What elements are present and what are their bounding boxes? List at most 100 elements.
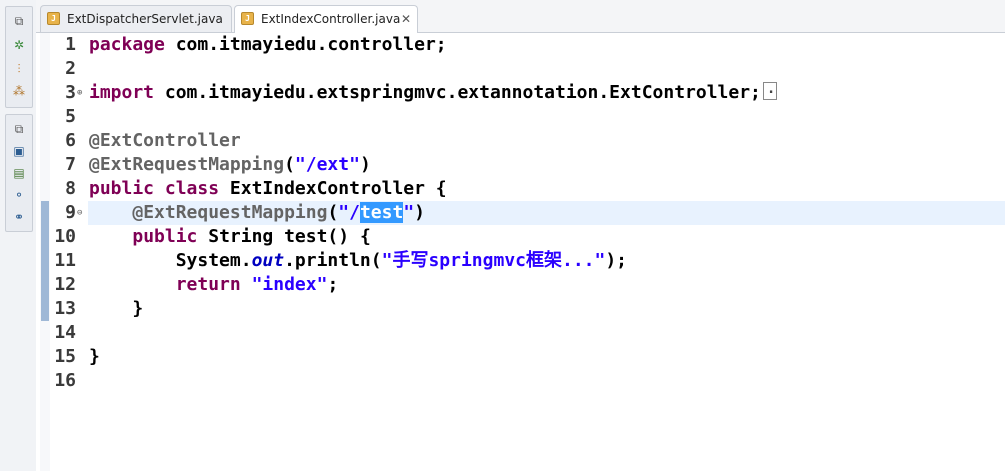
debug-icon[interactable]: ✲ [11, 37, 27, 53]
variables-icon[interactable]: ⁂ [11, 83, 27, 99]
folded-imports-marker[interactable] [762, 77, 777, 101]
line-number: 10 [54, 226, 76, 247]
code-line[interactable]: 5 [36, 105, 1005, 129]
code-token: ); [605, 250, 628, 271]
line-number: 9 [65, 202, 76, 223]
line-number: 5 [65, 106, 76, 127]
code-token: "/ext" [294, 154, 360, 175]
code-line[interactable]: 10 public String test() { [36, 225, 1005, 249]
code-token: } [89, 346, 100, 367]
code-line[interactable]: 2 [36, 57, 1005, 81]
line-number: 7 [65, 154, 76, 175]
code-token: class [164, 178, 220, 199]
line-number: 1 [65, 34, 76, 55]
code-line[interactable]: 7 @ExtRequestMapping("/ext") [36, 153, 1005, 177]
code-token: ( [284, 154, 295, 175]
code-token: ; [327, 274, 339, 295]
collapse-fold-icon[interactable]: ⊖ [77, 201, 82, 225]
code-text: return "index"; [89, 273, 339, 297]
code-text: @ExtController [89, 129, 241, 153]
code-text: @ExtRequestMapping("/ext") [89, 153, 371, 177]
line-number: 6 [65, 130, 76, 151]
tab-ext-index-controller[interactable]: J ExtIndexController.java ✕ [234, 5, 418, 33]
code-text: System.out.println("手写springmvc框架..."); [89, 249, 627, 273]
code-line[interactable]: 1 package com.itmayiedu.controller; [36, 33, 1005, 57]
code-text: public class ExtIndexController { [89, 177, 447, 201]
code-text: import com.itmayiedu.extspringmvc.extann… [89, 77, 777, 105]
code-token: " [403, 202, 415, 223]
expressions-icon[interactable]: ⚭ [11, 209, 27, 225]
restore-icon[interactable]: ⧉ [11, 13, 27, 29]
code-line[interactable]: 15} [36, 345, 1005, 369]
code-token: ) [359, 154, 371, 175]
line-number: 2 [65, 58, 76, 79]
code-line[interactable]: 8 public class ExtIndexController { [36, 177, 1005, 201]
editor-tabbar: J ExtDispatcherServlet.java J ExtIndexCo… [36, 0, 1005, 33]
code-token: ExtIndexController { [219, 178, 447, 199]
code-token: "index" [251, 274, 328, 295]
java-file-icon: J [47, 12, 60, 25]
code-token: @ExtController [89, 130, 241, 151]
code-token: ) [414, 202, 426, 223]
code-token: package [89, 34, 165, 55]
line-number: 14 [54, 322, 76, 343]
expand-fold-icon[interactable]: ⊕ [77, 81, 82, 105]
console-icon[interactable]: ▣ [11, 143, 27, 159]
code-token: com.itmayiedu.controller; [164, 34, 447, 55]
line-number: 11 [54, 250, 76, 271]
code-line[interactable]: 6 @ExtController [36, 129, 1005, 153]
code-text: package com.itmayiedu.controller; [89, 33, 447, 57]
code-text: @ExtRequestMapping("/test") [89, 201, 425, 225]
line-number: 8 [65, 178, 76, 199]
code-line[interactable]: 11 System.out.println("手写springmvc框架..."… [36, 249, 1005, 273]
problems-icon[interactable]: ▤ [11, 165, 27, 181]
code-line[interactable]: 12 return "index"; [36, 273, 1005, 297]
code-token: return [175, 274, 241, 295]
code-line[interactable]: 13 } [36, 297, 1005, 321]
line-number: 13 [54, 298, 76, 319]
line-number: 12 [54, 274, 76, 295]
code-text: public String test() { [89, 225, 371, 249]
code-line[interactable]: 9 ⊖ @ExtRequestMapping("/test") [36, 201, 1005, 225]
code-line[interactable]: 14 [36, 321, 1005, 345]
tab-ext-dispatcher-servlet[interactable]: J ExtDispatcherServlet.java [40, 5, 232, 32]
code-token: @ExtRequestMapping [89, 154, 285, 175]
restore-icon[interactable]: ⧉ [11, 121, 27, 137]
close-icon[interactable]: ✕ [401, 6, 411, 32]
left-toolbar: ⧉ ✲ ⫶ ⁂ ⧉ ▣ ▤ ⚬ ⚭ [0, 0, 37, 471]
toolbar-group-views: ⧉ ▣ ▤ ⚬ ⚭ [5, 114, 33, 232]
code-token: "/ [338, 202, 360, 223]
code-line[interactable]: 16 [36, 369, 1005, 393]
code-token: } [89, 298, 144, 319]
breakpoints-icon[interactable]: ⚬ [11, 187, 27, 203]
hierarchy-icon[interactable]: ⫶ [11, 61, 27, 77]
line-number: 3 [65, 82, 76, 103]
code-token: System. [89, 250, 252, 271]
code-line[interactable]: 3 ⊕ import com.itmayiedu.extspringmvc.exta… [36, 77, 1005, 105]
selected-text: test [359, 202, 404, 223]
code-token: out [251, 250, 285, 271]
code-token: ( [327, 202, 339, 223]
toolbar-group-debug: ⧉ ✲ ⫶ ⁂ [5, 6, 33, 108]
code-editor[interactable]: 1 package com.itmayiedu.controller; 2 3 ⊕ imp… [36, 33, 1005, 471]
code-text: } [89, 297, 143, 321]
tab-label: ExtIndexController.java [261, 12, 401, 26]
code-text: } [89, 345, 100, 369]
tab-label: ExtDispatcherServlet.java [67, 12, 223, 26]
code-token: import [89, 82, 155, 103]
line-number: 15 [54, 346, 76, 367]
code-token: .println( [284, 250, 382, 271]
code-token: public [132, 226, 198, 247]
code-token: @ExtRequestMapping [132, 202, 328, 223]
java-file-icon: J [241, 12, 254, 25]
code-token: String test() { [197, 226, 371, 247]
code-token: "手写springmvc框架..." [381, 250, 606, 271]
code-token: com.itmayiedu.extspringmvc.extannotation… [154, 82, 761, 103]
line-number: 16 [54, 370, 76, 391]
code-token: public [89, 178, 155, 199]
